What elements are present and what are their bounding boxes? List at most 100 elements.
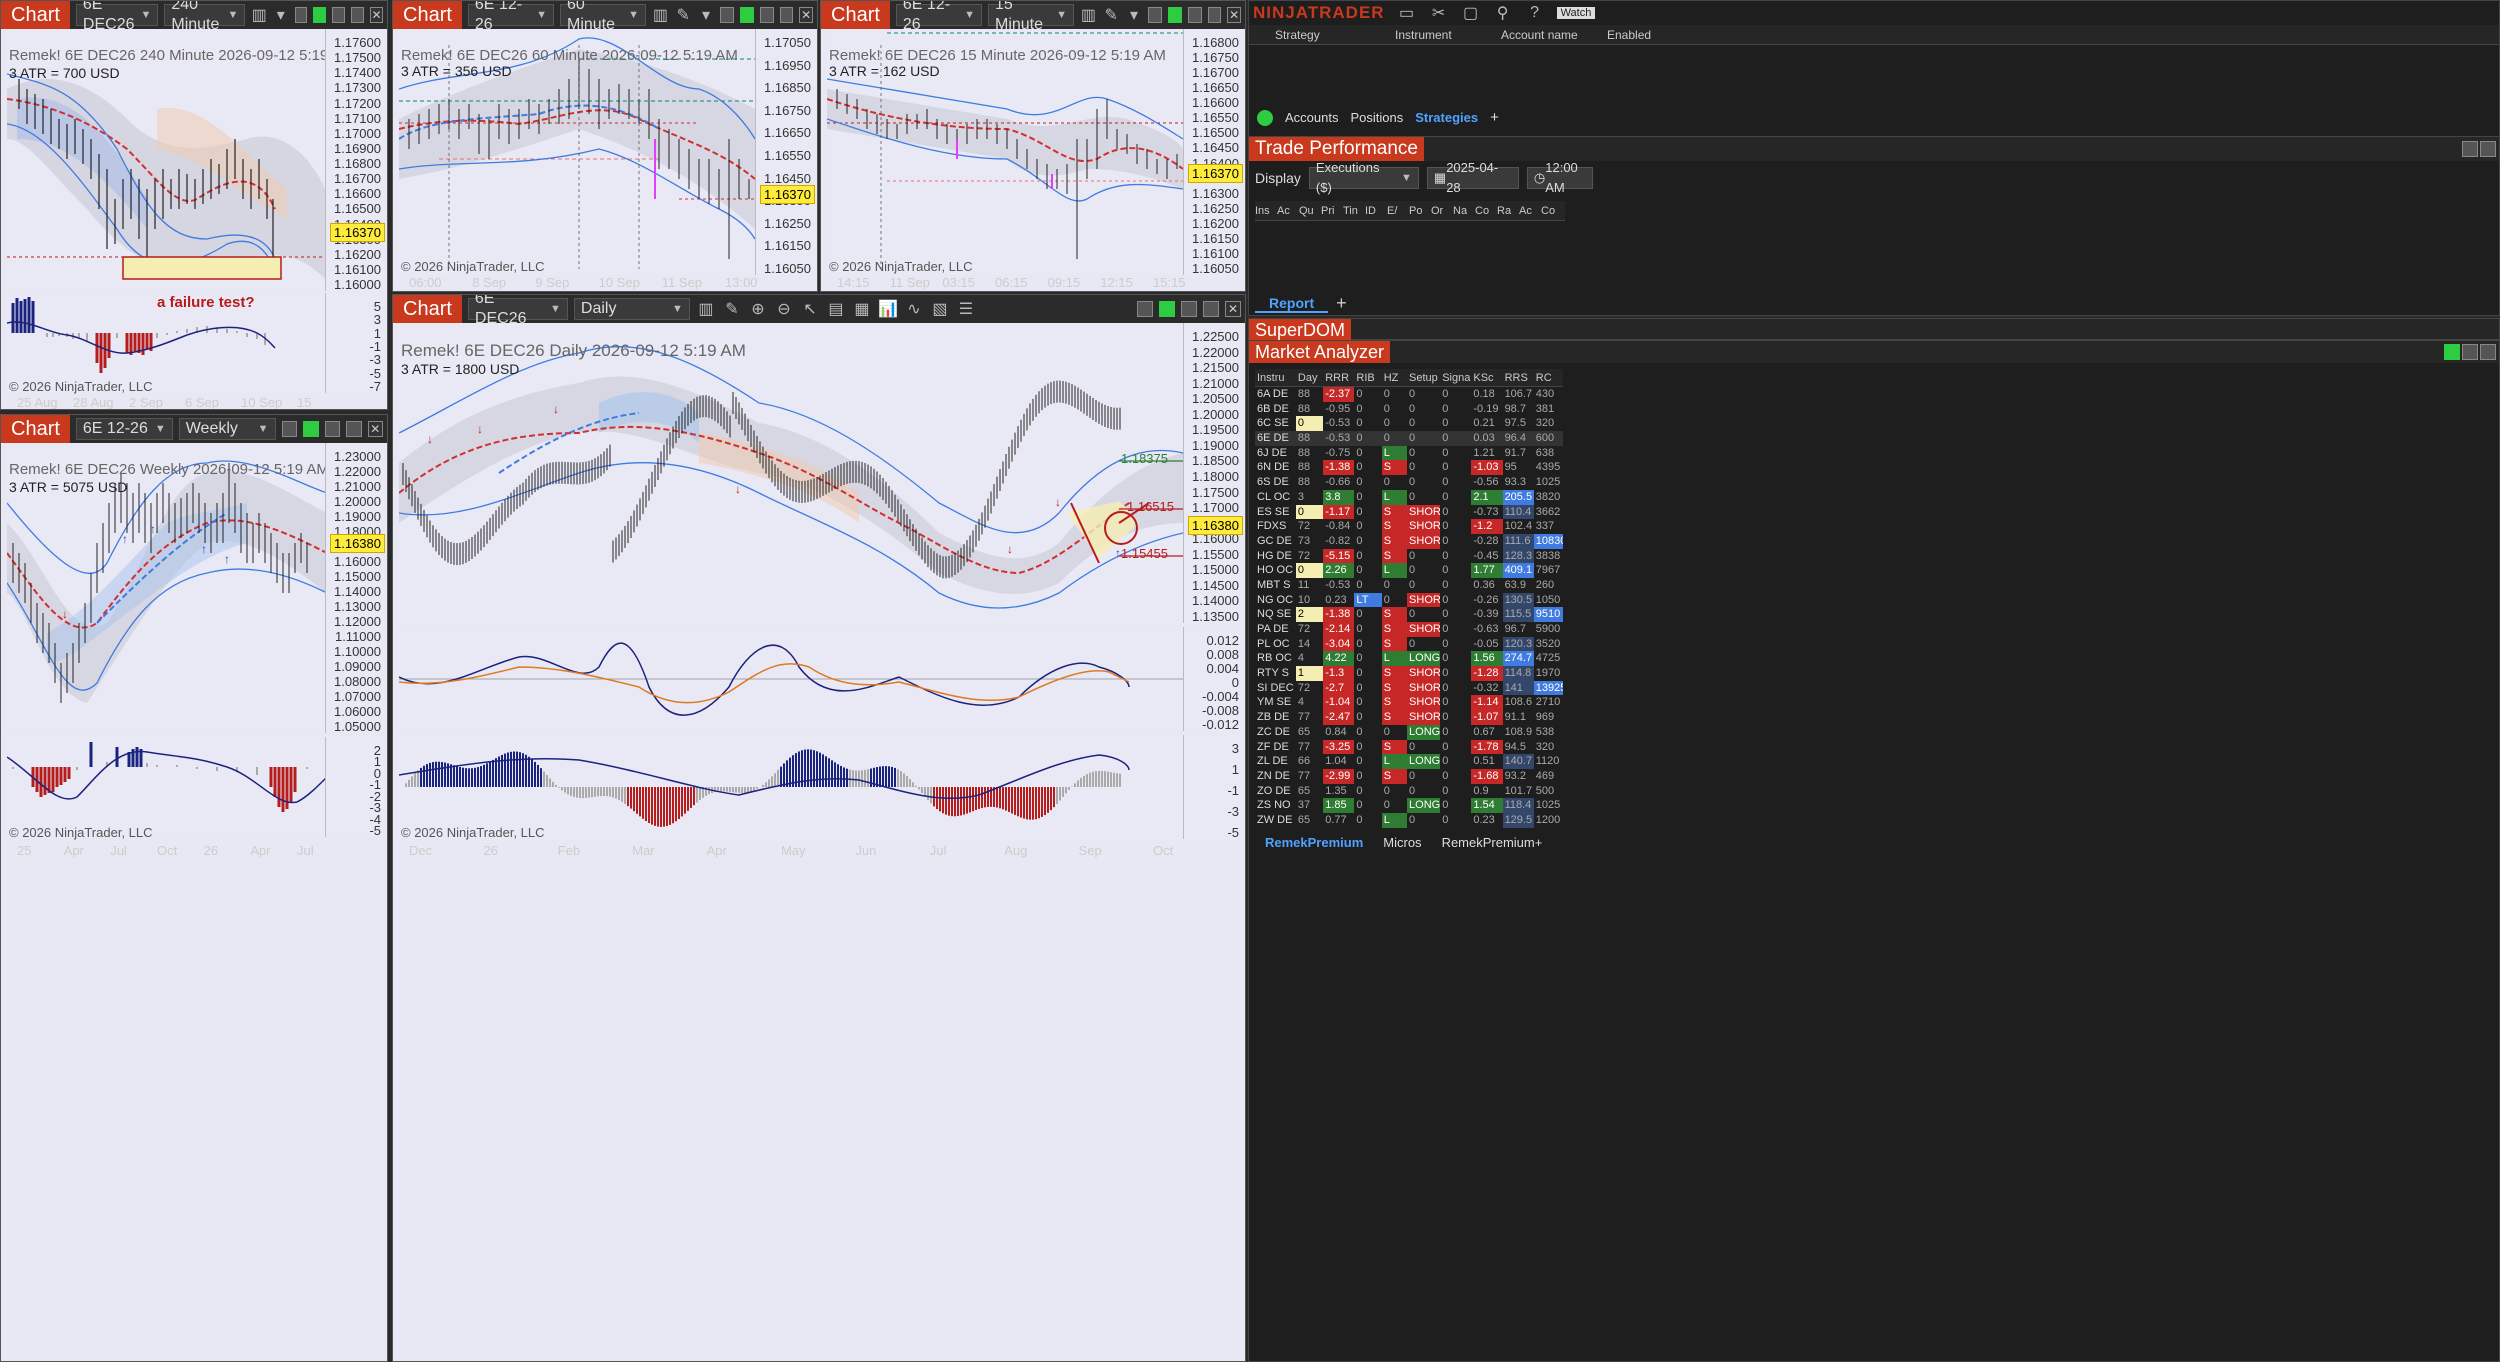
table-row[interactable]: NG OC 10 0.23 LT 0 SHOR 0 -0.26 130.5 1050 (1255, 592, 1563, 608)
instrument-selector[interactable]: 6E DEC26 ▼ (75, 1, 159, 33)
cursor-icon[interactable]: ↖ (800, 299, 820, 319)
date-picker[interactable]: ▦ 2025-04-28 (1426, 160, 1519, 195)
add-tab-icon[interactable]: + (1336, 293, 1347, 314)
instrument-link-button[interactable] (1159, 301, 1175, 317)
maximize-button[interactable] (351, 7, 365, 23)
instrument-link-button[interactable] (740, 7, 754, 23)
table-row[interactable]: FDXS 72 -0.84 0 S SHOR 0 -1.2 102.4 337 (1255, 519, 1563, 534)
column-header[interactable]: RC (1534, 369, 1563, 386)
display-selector[interactable]: Executions ($) ▼ (1308, 160, 1419, 195)
maximize-button[interactable] (779, 7, 794, 23)
table-row[interactable]: GC DE73-0.820SSHOR0-0.28111.610830 (1255, 533, 1563, 549)
table-row[interactable]: SI DEC72-2.70SSHOR0-0.3214113925 (1255, 680, 1563, 696)
close-icon[interactable]: ✕ (367, 421, 383, 437)
column-header[interactable]: Instru (1255, 369, 1296, 386)
column-header[interactable]: HZ (1382, 369, 1407, 386)
maximize-button[interactable] (1207, 7, 1222, 23)
column-header[interactable]: Na (1453, 201, 1475, 220)
pencil-icon[interactable]: ✎ (675, 5, 692, 25)
instrument-selector[interactable]: 6E 12-26 ▼ (467, 1, 554, 33)
close-icon[interactable]: ✕ (370, 7, 384, 23)
table-row[interactable]: ZN DE 77 -2.99 0 S 0 0 -1.68 93.2 469 (1255, 768, 1563, 784)
link-button[interactable] (281, 421, 298, 437)
maximize-button[interactable] (346, 421, 362, 437)
minimize-button[interactable] (2462, 344, 2478, 360)
tab-micros[interactable]: Micros (1373, 835, 1431, 850)
minimize-button[interactable] (1187, 7, 1202, 23)
price-panel[interactable]: Remek! 6E DEC26 60 Minute 2026-09-12 5:1… (399, 29, 817, 276)
dropdown-icon[interactable]: ▾ (273, 5, 289, 25)
column-header[interactable]: Ac (1277, 201, 1299, 220)
column-header[interactable]: RRS (1503, 369, 1534, 386)
table-row[interactable]: YM SE 4 -1.04 0 S SHOR 0 -1.14 108.6 2710 (1255, 695, 1563, 711)
instrument-selector[interactable]: 6E DEC26 ▼ (467, 295, 568, 327)
price-panel[interactable]: ↑ ↑ ↑ ↑ ↓ Remek! 6E DEC26 Weekly 2026-09-12… (7, 443, 387, 734)
table-row[interactable]: MBT S 11 -0.53 0 0 0 0 0.36 63.9 260 (1255, 578, 1563, 593)
table-row[interactable]: 6S DE 88 -0.66 0 0 0 0 -0.56 93.3 1025 (1255, 475, 1563, 490)
strategies-icon[interactable]: ∿ (904, 299, 924, 319)
minimize-button[interactable] (2462, 141, 2478, 157)
pencil-icon[interactable]: ✎ (722, 299, 742, 319)
table-row[interactable]: CL OC 3 3.8 0 L 0 0 2.1 205.5 3820 (1255, 489, 1563, 505)
table-row[interactable]: ZF DE 77 -3.25 0 S 0 0 -1.78 94.5 320 (1255, 739, 1563, 755)
table-row[interactable]: 6J DE 88 -0.75 0 L 0 0 1.21 91.7 638 (1255, 445, 1563, 461)
template-icon[interactable]: ▤ (826, 299, 846, 319)
tab-positions[interactable]: Positions (1350, 110, 1403, 125)
link-button[interactable] (2444, 344, 2460, 360)
instrument-link-button[interactable] (1168, 7, 1182, 23)
link-button[interactable] (1137, 301, 1153, 317)
tab-strategies[interactable]: Strategies (1415, 110, 1478, 125)
tab-remekpremium-plus[interactable]: RemekPremium+ (1432, 835, 1553, 850)
instrument-selector[interactable]: 6E 12-26 ▼ (895, 1, 982, 33)
column-header[interactable]: KSc (1471, 369, 1502, 386)
maximize-button[interactable] (2480, 141, 2496, 157)
period-selector[interactable]: 240 Minute ▼ (164, 1, 246, 33)
workspace-icon[interactable]: ▢ (1461, 3, 1481, 23)
table-row[interactable]: PL OC 14 -3.04 0 S 0 0 -0.05 120.3 3520 (1255, 636, 1563, 652)
minimize-button[interactable] (759, 7, 774, 23)
help-icon[interactable]: ? (1525, 4, 1545, 22)
column-header[interactable]: Co (1541, 201, 1563, 220)
table-row[interactable]: ZL DE 66 1.04 0 L LONG 0 0.51 140.7 1120 (1255, 754, 1563, 769)
tab-remekpremium[interactable]: RemekPremium (1255, 835, 1373, 850)
bar-type-icon[interactable]: ▥ (696, 299, 716, 319)
table-row[interactable]: 6E DE 88 -0.53 0 0 0 0 0.03 96.4 600 (1255, 431, 1563, 446)
column-header[interactable]: Ra (1497, 201, 1519, 220)
table-row[interactable]: ZW DE 65 0.77 0 L 0 0 0.23 129.5 1200 (1255, 812, 1563, 828)
minimize-button[interactable] (1181, 301, 1197, 317)
period-selector[interactable]: 15 Minute ▼ (987, 1, 1075, 33)
table-row[interactable]: RB OC 4 4.22 0 L LONG 0 1.56 274.7 4725 (1255, 651, 1563, 667)
column-header[interactable]: Ac (1519, 201, 1541, 220)
price-panel[interactable]: Remek! 6E DEC26 240 Minute 2026-09-12 5:… (7, 29, 387, 311)
column-header[interactable]: RIB (1354, 369, 1381, 386)
chart-tab[interactable]: Chart (1, 415, 70, 443)
link-button[interactable] (720, 7, 735, 23)
close-icon[interactable]: ✕ (799, 7, 814, 23)
minimize-button[interactable] (324, 421, 341, 437)
dropdown-icon[interactable]: ▾ (1126, 5, 1143, 25)
table-row[interactable]: ZB DE 77 -2.47 0 S SHOR 0 -1.07 91.1 969 (1255, 710, 1563, 725)
period-selector[interactable]: 60 Minute ▼ (559, 1, 647, 33)
table-row[interactable]: 6A DE 88 -2.37 0 0 0 0 0.18 106.7 430 (1255, 387, 1563, 402)
chart-tab[interactable]: Chart (393, 1, 462, 29)
new-window-icon[interactable]: ▭ (1397, 3, 1417, 23)
column-header[interactable]: Or (1431, 201, 1453, 220)
instrument-link-button[interactable] (303, 421, 319, 437)
column-header[interactable]: Setup (1407, 369, 1440, 386)
minimize-button[interactable] (332, 7, 346, 23)
column-header[interactable]: Account name (1501, 25, 1607, 44)
tools-icon[interactable]: ✂ (1429, 3, 1449, 23)
add-tab-icon[interactable]: + (1490, 109, 1499, 126)
table-row[interactable]: HG DE 72 -5.15 0 S 0 0 -0.45 128.3 3838 (1255, 548, 1563, 564)
table-row[interactable]: ZS NO 37 1.85 0 0 LONG 0 1.54 118.4 1025 (1255, 798, 1563, 813)
column-header[interactable]: RRR (1323, 369, 1354, 386)
column-header[interactable]: Instrument (1395, 25, 1501, 44)
chart-tab[interactable]: Chart (1, 1, 70, 29)
column-header[interactable]: Po (1409, 201, 1431, 220)
period-selector[interactable]: Weekly ▼ (178, 418, 276, 440)
close-icon[interactable]: ✕ (1227, 7, 1242, 23)
bar-type-icon[interactable]: ▥ (1080, 5, 1097, 25)
instrument-selector[interactable]: 6E 12-26 ▼ (75, 418, 173, 440)
maximize-button[interactable] (1203, 301, 1219, 317)
menu-list-icon[interactable]: ☰ (956, 299, 976, 319)
